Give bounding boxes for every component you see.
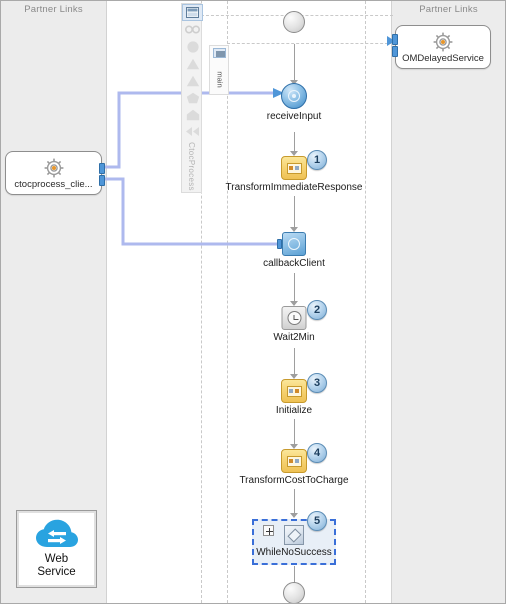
triangle-up-icon — [186, 58, 199, 69]
activity-label: callbackClient — [263, 258, 325, 269]
palette-item-rewind-icon[interactable] — [182, 123, 203, 140]
web-service-cloud-icon — [35, 519, 78, 547]
scope-main-marker[interactable]: main — [209, 45, 229, 95]
partner-link-label: ctocprocess_clie... — [14, 179, 93, 190]
partner-link-port-in[interactable] — [392, 34, 398, 45]
process-vertical-label: CtocProcess — [187, 141, 196, 191]
wait-activity-icon — [281, 306, 307, 330]
web-service-legend-label: Web Service — [37, 553, 75, 579]
end-circle-icon — [283, 582, 305, 603]
partner-link-icon — [185, 25, 200, 34]
bpel-designer-canvas: Partner Links Partner Links ctocprocess_… — [0, 0, 506, 604]
transform-activity-icon — [281, 449, 307, 473]
activity-label: TransformImmediateResponse — [225, 182, 363, 193]
legend-line-2: Service — [37, 566, 76, 578]
palette-item-pentagon-icon[interactable] — [182, 89, 203, 106]
palette-item-triangle-up-icon-1[interactable] — [182, 55, 203, 72]
gear-icon — [433, 32, 453, 52]
expand-icon[interactable] — [263, 525, 274, 536]
arrow-to-while — [290, 513, 298, 518]
partner-link-label: OMDelayedService — [402, 53, 484, 64]
connector-while-to-end — [294, 566, 295, 583]
pentagon-icon — [186, 92, 199, 103]
connector-start-to-receive — [294, 44, 295, 84]
canvas-corner-filler — [421, 575, 505, 603]
start-circle-icon — [283, 11, 305, 33]
reply-activity-icon — [282, 232, 306, 256]
rewind-icon — [186, 127, 199, 136]
window-icon — [186, 7, 199, 18]
scope-icon — [213, 48, 226, 58]
activity-label: TransformCostToCharge — [239, 475, 349, 486]
home-shape-icon — [186, 109, 199, 120]
web-service-legend[interactable]: Web Service — [16, 510, 97, 588]
status-badge: 4 — [307, 443, 327, 463]
layout-guide-scope — [227, 43, 393, 44]
partner-links-title-right: Partner Links — [419, 4, 478, 15]
activity-label: WhileNoSuccess — [256, 547, 332, 558]
transform-activity-icon — [281, 156, 307, 180]
activity-port-in[interactable] — [277, 239, 282, 249]
partner-link-port-in[interactable] — [99, 175, 105, 186]
receive-activity-icon — [281, 83, 307, 109]
connector-transform1-to-callback — [294, 196, 295, 231]
partner-link-port-out[interactable] — [99, 163, 105, 174]
palette-item-circle-shape-icon[interactable] — [182, 38, 203, 55]
partner-links-title-left: Partner Links — [24, 4, 83, 15]
while-activity-icon — [284, 525, 304, 545]
legend-line-1: Web — [44, 553, 69, 565]
palette-item-triangle-up-icon-2[interactable] — [182, 72, 203, 89]
scope-label: main — [215, 70, 225, 88]
status-badge: 3 — [307, 373, 327, 393]
palette-item-partner-link-icon[interactable] — [182, 21, 203, 38]
status-badge: 1 — [307, 150, 327, 170]
partner-link-ctocprocess-client[interactable]: ctocprocess_clie... — [5, 151, 105, 195]
status-badge: 5 — [307, 511, 327, 531]
status-badge: 2 — [307, 300, 327, 320]
palette-item-home-shape-icon[interactable] — [182, 106, 203, 123]
gear-icon — [44, 158, 63, 178]
partner-link-omdelayedservice[interactable]: OMDelayedService — [392, 25, 491, 69]
partner-links-panel-right: Partner Links — [391, 1, 505, 603]
activity-label: Initialize — [275, 405, 313, 416]
activity-label: receiveInput — [266, 111, 322, 122]
triangle-up-icon — [186, 75, 199, 86]
transform-activity-icon — [281, 379, 307, 403]
activity-label: Wait2Min — [273, 332, 315, 343]
palette-item-window-icon[interactable] — [182, 4, 203, 21]
scope-label-wrap: main — [210, 62, 230, 96]
layout-guide-3 — [365, 1, 366, 603]
circle-shape-icon — [186, 40, 199, 53]
